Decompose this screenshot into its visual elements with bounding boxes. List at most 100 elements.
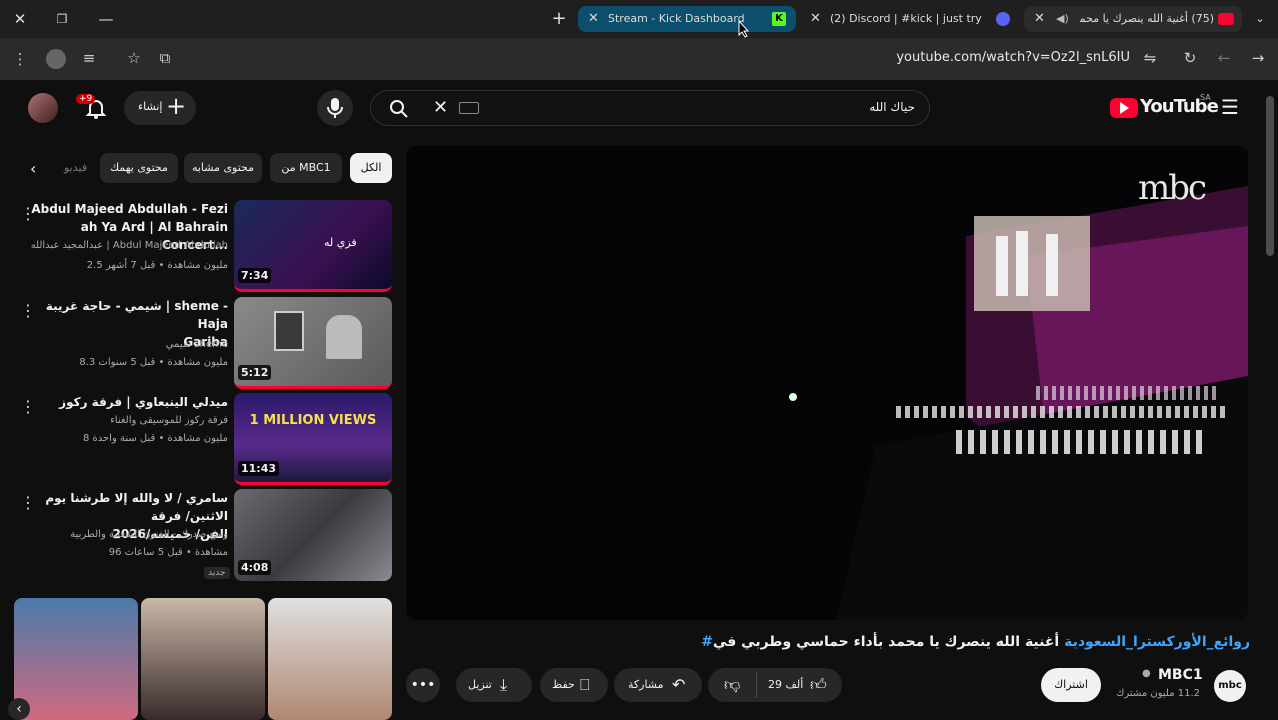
like-count: 29 ألف bbox=[768, 678, 804, 691]
back-icon[interactable]: → bbox=[1248, 49, 1268, 67]
video-thumbnail[interactable]: 5:12 bbox=[234, 297, 392, 389]
kick-favicon-icon: K bbox=[772, 12, 786, 26]
mouse-cursor-icon bbox=[738, 20, 750, 38]
tab-close-icon[interactable]: ✕ bbox=[810, 6, 821, 32]
dislike-button[interactable]: 👎︎ bbox=[724, 668, 740, 702]
chip-from-channel[interactable]: من MBC1 bbox=[270, 153, 342, 183]
share-button[interactable]: مشاركة ↶ bbox=[614, 668, 702, 702]
channel-name[interactable]: MBC1 bbox=[1158, 667, 1203, 683]
more-actions-button[interactable]: ••• bbox=[406, 668, 440, 702]
notifications-button[interactable]: +9 bbox=[76, 94, 108, 120]
channel-watermark: mbc bbox=[1138, 168, 1207, 208]
list-item[interactable]: ⋮ ميدلي الينبعاوي | فرقة ركوز فرقة ركوز … bbox=[20, 393, 392, 485]
microphone-icon bbox=[327, 98, 343, 118]
tab-search-icon[interactable]: ⌄ bbox=[1250, 9, 1270, 29]
video-thumbnail[interactable]: 4:08 bbox=[234, 489, 392, 581]
video-frame bbox=[406, 146, 1248, 620]
site-settings-icon[interactable]: ⇋ bbox=[1140, 49, 1160, 67]
subscribe-button[interactable]: اشتراك bbox=[1041, 668, 1101, 702]
clear-search-icon[interactable]: ✕ bbox=[433, 97, 448, 118]
duration-badge: 11:43 bbox=[238, 461, 280, 476]
more-options-icon[interactable]: ⋮ bbox=[20, 493, 36, 512]
verified-icon: ● bbox=[1142, 668, 1151, 679]
duration-badge: 5:12 bbox=[238, 365, 272, 380]
youtube-logo-icon[interactable] bbox=[1110, 98, 1138, 118]
keyboard-icon[interactable] bbox=[459, 102, 479, 114]
tab-close-icon[interactable]: ✕ bbox=[588, 6, 599, 32]
more-options-icon[interactable]: ⋮ bbox=[20, 397, 36, 416]
channel-avatar[interactable]: mbc bbox=[1214, 670, 1246, 702]
account-avatar[interactable] bbox=[28, 93, 58, 123]
new-badge: جديد bbox=[204, 567, 230, 579]
chip-for-you[interactable]: محتوى يهمك bbox=[100, 153, 178, 183]
channel-name[interactable]: شيمي sheme bbox=[18, 339, 228, 350]
list-item[interactable]: ⋮ سامري / لا والله إلا طرشنا يوم الاثنين… bbox=[20, 489, 392, 581]
download-button[interactable]: تنزيل ⤓ bbox=[456, 668, 532, 702]
search-box[interactable]: ✕ حياك الله bbox=[370, 90, 930, 126]
save-button[interactable]: حفظ ⎕ bbox=[540, 668, 608, 702]
list-item[interactable]: ⋮ Abdul Majeed Abdullah - Fezi ah Ya Ard … bbox=[20, 200, 392, 292]
video-meta: 96 مشاهدة • قبل 5 ساعات bbox=[108, 547, 228, 558]
video-title: ميدلي الينبعاوي | فرقة ركوز bbox=[59, 395, 228, 409]
chevron-left-icon[interactable]: ‹ bbox=[30, 159, 36, 178]
video-player[interactable]: mbc bbox=[406, 146, 1248, 620]
youtube-favicon-icon bbox=[1218, 13, 1234, 25]
channel-name[interactable]: وسع صدرك - الفنون الشعبية والطربية bbox=[18, 529, 228, 540]
video-thumbnail[interactable]: فزي له 7:34 bbox=[234, 200, 392, 292]
short-thumbnail[interactable] bbox=[268, 598, 392, 720]
chip-video[interactable]: فيديو bbox=[64, 153, 87, 183]
video-thumbnail[interactable]: 1 MILLION VIEWS 11:43 bbox=[234, 393, 392, 485]
scrollbar-thumb[interactable] bbox=[1266, 96, 1274, 256]
tab-audio-icon[interactable]: ◀) bbox=[1056, 6, 1069, 32]
install-app-icon[interactable]: ⧉ bbox=[155, 49, 175, 67]
download-icon: ⤓ bbox=[500, 675, 508, 694]
performers bbox=[896, 386, 1226, 486]
channel-name[interactable]: فرقة ركوز للموسيقى والغناء bbox=[18, 415, 228, 426]
bookmark-icon: ⎕ bbox=[580, 675, 590, 694]
profile-avatar[interactable] bbox=[46, 49, 66, 69]
tab-kick-dashboard[interactable]: ✕ Stream - Kick Dashboard K bbox=[578, 6, 796, 32]
search-icon[interactable] bbox=[389, 99, 409, 119]
duration-badge: 7:34 bbox=[238, 268, 272, 283]
duration-badge: 4:08 bbox=[238, 560, 272, 575]
search-input[interactable]: حياك الله bbox=[869, 100, 915, 114]
video-meta: 8 مليون مشاهدة • قبل سنة واحدة bbox=[82, 433, 228, 444]
shorts-shelf: ‹ bbox=[8, 598, 392, 720]
address-bar: ⋮ ≡ ☆ ⧉ youtube.com/watch?v=Oz2l_snL6IU … bbox=[0, 38, 1278, 80]
chevron-left-icon[interactable]: ‹ bbox=[8, 698, 30, 720]
browser-tab-bar: ✕ ❐ — + ✕ Stream - Kick Dashboard K ✕ (2… bbox=[0, 0, 1278, 38]
chip-related[interactable]: محتوى مشابه bbox=[184, 153, 262, 183]
chip-all[interactable]: الكل bbox=[350, 153, 392, 183]
new-tab-icon[interactable]: + bbox=[549, 9, 569, 29]
like-button[interactable]: 👍︎ bbox=[810, 668, 827, 702]
reload-icon[interactable]: ↻ bbox=[1180, 49, 1200, 67]
tab-close-icon[interactable]: ✕ bbox=[1034, 6, 1045, 32]
close-window-icon[interactable]: ✕ bbox=[10, 9, 30, 29]
subscriber-count: 11.2 مليون مشترك bbox=[1116, 688, 1200, 699]
forward-icon[interactable]: ← bbox=[1214, 49, 1234, 67]
plus-icon: + bbox=[166, 92, 187, 120]
voice-search-button[interactable] bbox=[317, 90, 353, 126]
more-options-icon[interactable]: ⋮ bbox=[20, 301, 36, 320]
filter-chips: ‹ فيديو محتوى يهمك محتوى مشابه من MBC1 ا… bbox=[20, 153, 400, 183]
minimize-window-icon[interactable]: — bbox=[96, 9, 116, 29]
guide-menu-icon[interactable]: ☰ bbox=[1221, 95, 1239, 119]
more-options-icon[interactable]: ⋮ bbox=[20, 204, 36, 223]
video-meta: 8.3 مليون مشاهدة • قبل 5 سنوات bbox=[79, 357, 228, 368]
menu-dots-icon[interactable]: ⋮ bbox=[12, 50, 28, 68]
tab-youtube-video[interactable]: ✕ ◀) (75) أغنية الله ينصرك يا محمد bbox=[1024, 6, 1242, 32]
url-field[interactable]: youtube.com/watch?v=Oz2l_snL6IU bbox=[896, 50, 1130, 65]
short-thumbnail[interactable] bbox=[141, 598, 265, 720]
short-thumbnail[interactable] bbox=[14, 598, 138, 720]
channel-name[interactable]: عبدالمجيد عبدالله | Abdul Majeed Abdulla… bbox=[18, 240, 228, 251]
reading-list-icon[interactable]: ≡ bbox=[79, 49, 99, 67]
video-meta: 2.5 مليون مشاهدة • قبل 7 أشهر bbox=[86, 260, 228, 271]
notification-badge: +9 bbox=[76, 94, 96, 104]
tab-discord[interactable]: ✕ (2) Discord | #kick | just try bbox=[800, 6, 1020, 32]
video-title: #روائع_الأوركسترا_السعودية أغنية الله ين… bbox=[701, 634, 1250, 650]
bookmark-star-icon[interactable]: ☆ bbox=[124, 49, 144, 67]
list-item[interactable]: ⋮ شيمي - حاجة غريبة | sheme - Haja Gariba… bbox=[20, 297, 392, 389]
create-button[interactable]: إنشاء + bbox=[124, 91, 196, 125]
restore-window-icon[interactable]: ❐ bbox=[52, 9, 72, 29]
region-code: SA bbox=[1200, 93, 1211, 102]
